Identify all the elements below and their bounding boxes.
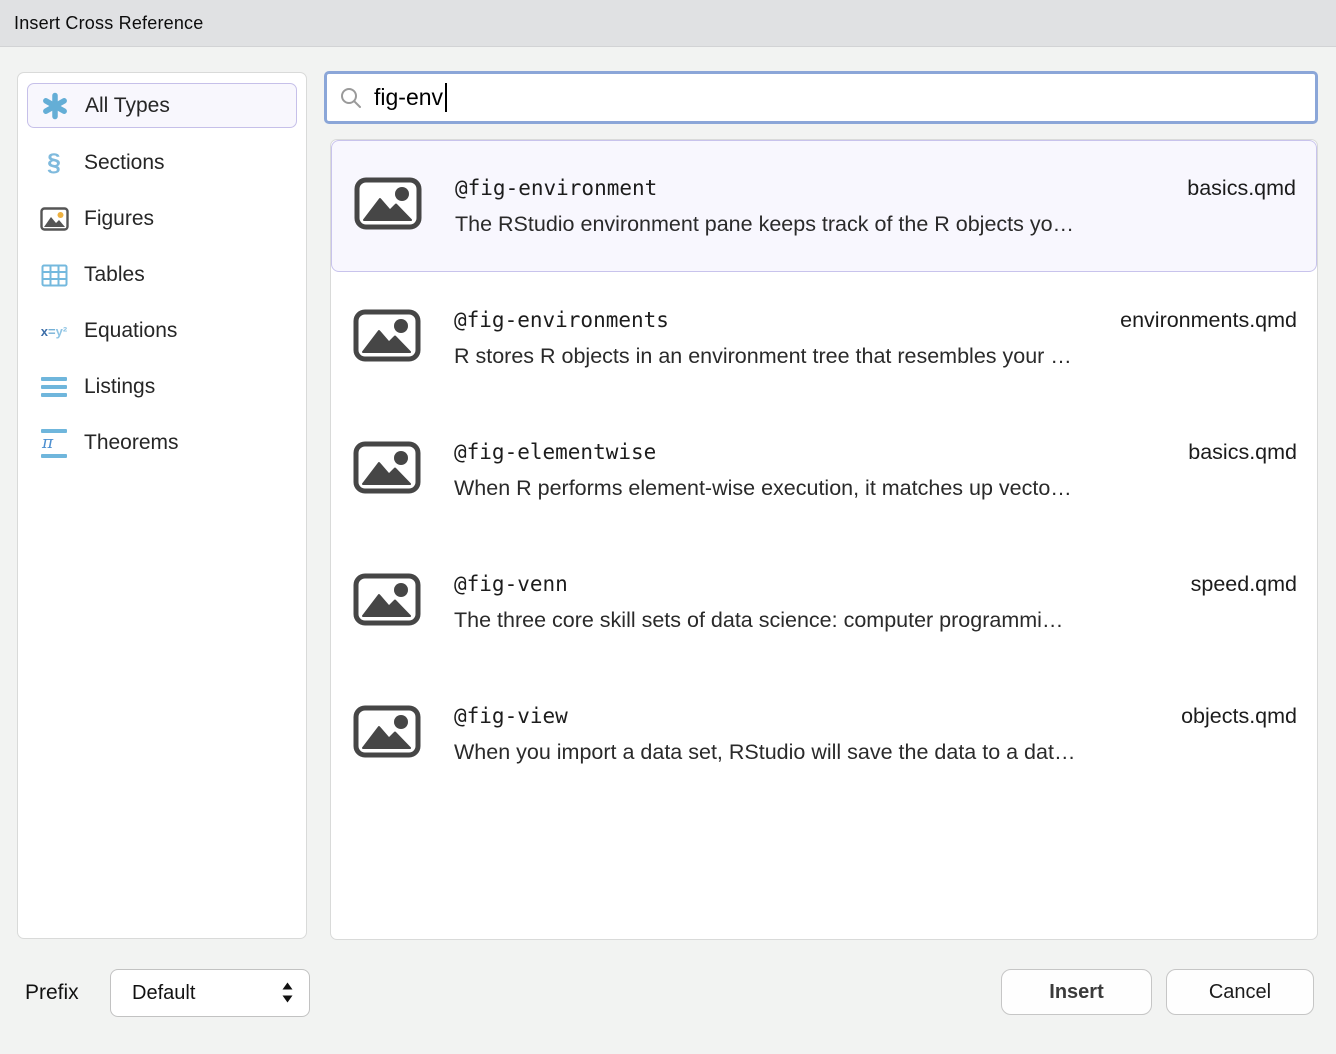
- result-row[interactable]: @fig-venn speed.qmd The three core skill…: [331, 536, 1317, 668]
- asterisk-icon: [37, 92, 73, 120]
- image-icon: [353, 441, 421, 499]
- sidebar-item-equations[interactable]: x=y² Equations: [27, 303, 297, 359]
- result-row[interactable]: @fig-environment basics.qmd The RStudio …: [331, 140, 1317, 272]
- equation-icon: x=y²: [36, 325, 72, 338]
- reference-id: @fig-environments: [454, 308, 669, 332]
- type-filter-sidebar: All Types § Sections Figures: [17, 72, 307, 939]
- sidebar-item-theorems[interactable]: π Theorems: [27, 415, 297, 471]
- section-icon: §: [36, 151, 72, 176]
- reference-file: environments.qmd: [1120, 308, 1297, 333]
- sidebar-item-figures[interactable]: Figures: [27, 191, 297, 247]
- sidebar-item-label: Theorems: [84, 431, 179, 455]
- reference-file: basics.qmd: [1187, 176, 1296, 201]
- result-row[interactable]: @fig-elementwise basics.qmd When R perfo…: [331, 404, 1317, 536]
- sidebar-item-label: Figures: [84, 207, 154, 231]
- result-row[interactable]: @fig-view objects.qmd When you import a …: [331, 668, 1317, 800]
- reference-id: @fig-environment: [455, 176, 657, 200]
- listings-icon: [36, 377, 72, 397]
- reference-description: R stores R objects in an environment tre…: [454, 344, 1072, 368]
- sidebar-item-all-types[interactable]: All Types: [27, 83, 297, 128]
- search-input[interactable]: fig-env: [324, 71, 1318, 124]
- insert-button[interactable]: Insert: [1001, 969, 1152, 1015]
- reference-file: speed.qmd: [1191, 572, 1297, 597]
- sidebar-item-listings[interactable]: Listings: [27, 359, 297, 415]
- search-value: fig-env: [374, 84, 443, 111]
- search-icon: [339, 86, 363, 110]
- updown-stepper-icon: [281, 981, 294, 1011]
- cross-reference-results-list: @fig-environment basics.qmd The RStudio …: [330, 139, 1318, 940]
- prefix-dropdown[interactable]: Default: [110, 969, 310, 1017]
- sidebar-item-label: All Types: [85, 94, 170, 118]
- image-icon: [353, 309, 421, 367]
- figure-icon: [36, 207, 72, 231]
- sidebar-item-tables[interactable]: Tables: [27, 247, 297, 303]
- cancel-button[interactable]: Cancel: [1166, 969, 1314, 1015]
- sidebar-item-label: Equations: [84, 319, 177, 343]
- reference-id: @fig-venn: [454, 572, 568, 596]
- sidebar-item-sections[interactable]: § Sections: [27, 135, 297, 191]
- image-icon: [353, 573, 421, 631]
- reference-description: When R performs element-wise execution, …: [454, 476, 1072, 500]
- reference-file: objects.qmd: [1181, 704, 1297, 729]
- theorem-icon: π: [36, 429, 72, 458]
- image-icon: [354, 177, 422, 235]
- reference-description: The RStudio environment pane keeps track…: [455, 212, 1074, 236]
- reference-description: The three core skill sets of data scienc…: [454, 608, 1063, 632]
- sidebar-item-label: Listings: [84, 375, 155, 399]
- reference-id: @fig-elementwise: [454, 440, 656, 464]
- reference-file: basics.qmd: [1188, 440, 1297, 465]
- dialog-titlebar: Insert Cross Reference: [0, 0, 1336, 47]
- reference-id: @fig-view: [454, 704, 568, 728]
- reference-description: When you import a data set, RStudio will…: [454, 740, 1075, 764]
- table-icon: [36, 264, 72, 287]
- result-row[interactable]: @fig-environments environments.qmd R sto…: [331, 272, 1317, 404]
- sidebar-item-label: Tables: [84, 263, 145, 287]
- sidebar-item-label: Sections: [84, 151, 165, 175]
- image-icon: [353, 705, 421, 763]
- text-cursor: [445, 83, 447, 112]
- prefix-dropdown-value: Default: [132, 982, 195, 1005]
- dialog-title: Insert Cross Reference: [14, 13, 203, 34]
- prefix-label: Prefix: [25, 981, 79, 1005]
